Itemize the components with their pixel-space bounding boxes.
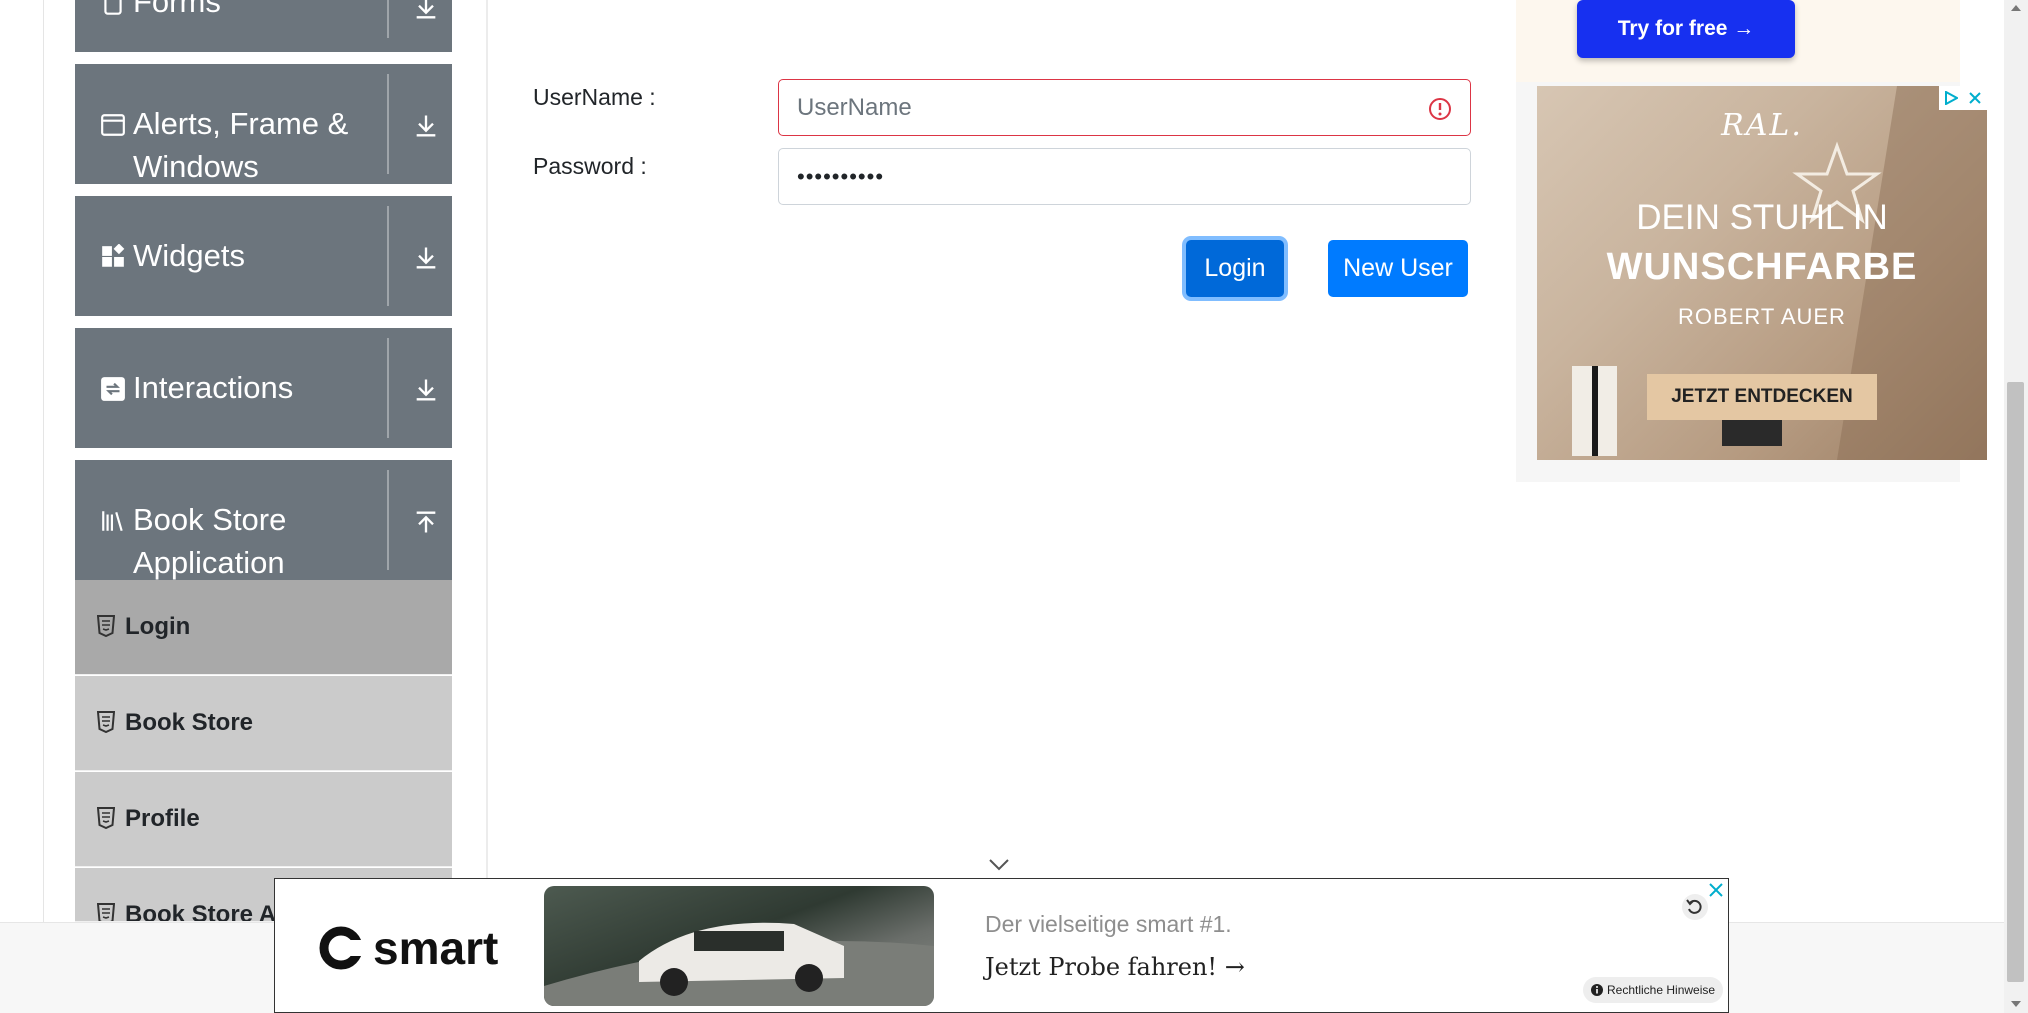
group-separator — [387, 470, 389, 570]
sidebar-group-widgets[interactable]: Widgets — [75, 196, 452, 316]
books-icon — [102, 511, 123, 532]
sidebar-item-label: Profile — [125, 805, 200, 832]
group-separator — [387, 338, 389, 438]
sidebar-group-label: Interactions — [133, 370, 294, 405]
login-button[interactable]: Login — [1186, 240, 1284, 297]
username-input[interactable]: UserName — [778, 79, 1471, 136]
sidebar-group-forms[interactable]: Forms — [75, 0, 452, 52]
download-arrow-icon[interactable] — [412, 244, 440, 272]
legal-notice-button[interactable]: Rechtliche Hinweise — [1583, 977, 1724, 1003]
ral-cta-button[interactable]: JETZT ENTDECKEN — [1647, 374, 1877, 420]
sidebar-group-label: Forms — [133, 0, 221, 19]
window-icon — [101, 114, 125, 136]
upload-arrow-icon[interactable] — [412, 508, 440, 536]
ral-headline-1: DEIN STUHL IN — [1636, 198, 1888, 237]
smart-logo-text: smart — [373, 922, 499, 974]
legal-notice-label: Rechtliche Hinweise — [1607, 983, 1716, 997]
error-icon — [1429, 98, 1451, 120]
group-separator — [387, 206, 389, 306]
scroll-down-icon[interactable] — [2008, 998, 2024, 1010]
group-separator — [387, 0, 389, 38]
sidebar-item-book-store[interactable]: Book Store — [75, 676, 452, 771]
smart-ad-banner[interactable]: smart Der vielseitige smart #1. Jetzt Pr… — [274, 878, 1729, 1013]
download-arrow-icon[interactable] — [412, 0, 440, 22]
sidebar-item-login[interactable]: Login — [75, 580, 452, 675]
close-ad-icon[interactable] — [1963, 86, 1987, 110]
ral-headline-2: WUNSCHFARBE — [1606, 246, 1918, 288]
scrollbar-thumb[interactable] — [2007, 382, 2024, 982]
html5-icon — [97, 711, 115, 733]
left-page-border — [43, 0, 44, 922]
ral-logo: RAL. — [1721, 108, 1803, 143]
replay-icon[interactable] — [1681, 893, 1709, 921]
sidebar-group-label: Widgets — [133, 238, 245, 273]
sidebar-item-label: Book Store API — [125, 901, 299, 922]
username-label: UserName : — [533, 84, 656, 110]
html5-icon — [97, 615, 115, 637]
smart-cta-link[interactable]: Jetzt Probe fahren! → — [985, 953, 1245, 981]
sidebar-item-profile[interactable]: Profile — [75, 772, 452, 867]
scroll-up-icon[interactable] — [2008, 2, 2024, 14]
password-value: •••••••••• — [797, 163, 885, 189]
username-placeholder: UserName — [797, 93, 912, 121]
sidebar-group-label: Alerts, Frame & Windows — [133, 106, 349, 184]
sidebar-item-label: Book Store — [125, 709, 254, 736]
new-user-button[interactable]: New User — [1328, 240, 1468, 297]
password-label: Password : — [533, 153, 647, 179]
download-arrow-icon[interactable] — [412, 376, 440, 404]
group-separator — [387, 74, 389, 174]
sidebar-divider — [486, 0, 488, 922]
password-input[interactable]: •••••••••• — [778, 148, 1471, 205]
close-ad-icon[interactable] — [1707, 881, 1725, 899]
smart-car-image — [544, 886, 934, 1006]
html5-icon — [97, 807, 115, 829]
widgets-icon — [102, 244, 125, 267]
interactions-icon — [101, 377, 125, 401]
adchoices-icon[interactable] — [1939, 86, 1963, 110]
html5-icon — [97, 903, 115, 921]
smart-logo: smart — [319, 921, 498, 975]
ral-ad[interactable]: RAL. DEIN STUHL IN WUNSCHFARBE ROBERT AU… — [1537, 86, 1987, 460]
sidebar-group-bookstore[interactable]: Book Store Application — [75, 460, 452, 580]
sidebar-group-interactions[interactable]: Interactions — [75, 328, 452, 448]
try-for-free-button[interactable]: Try for free → — [1577, 0, 1795, 58]
smart-logo-icon — [319, 926, 363, 970]
forms-icon — [104, 0, 122, 15]
download-arrow-icon[interactable] — [412, 112, 440, 140]
sidebar-item-label: Login — [125, 613, 191, 640]
chevron-down-icon[interactable] — [988, 858, 1010, 872]
ral-subline: ROBERT AUER — [1678, 304, 1846, 329]
sidebar-group-label: Book Store Application — [133, 502, 287, 580]
sidebar-group-alerts[interactable]: Alerts, Frame & Windows — [75, 64, 452, 184]
info-icon — [1591, 984, 1603, 996]
smart-tagline: Der vielseitige smart #1. — [985, 911, 1232, 937]
